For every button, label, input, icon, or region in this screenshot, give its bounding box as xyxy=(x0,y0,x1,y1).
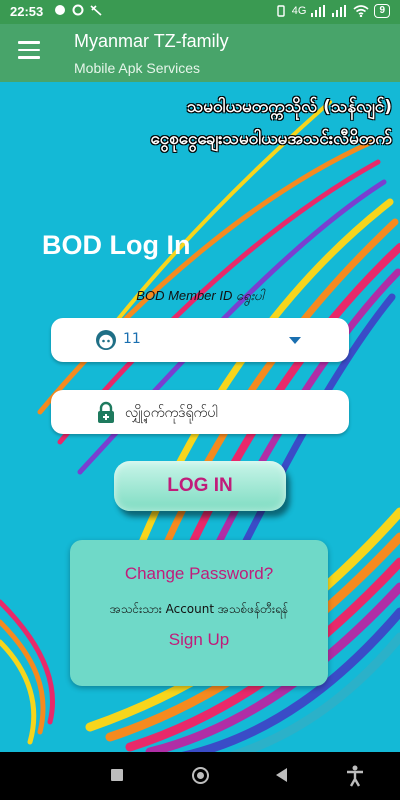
signal-icon-2 xyxy=(332,5,347,17)
network-type: 4G xyxy=(291,5,307,17)
app-subtitle: Mobile Apk Services xyxy=(74,60,201,76)
chat-icon xyxy=(55,5,65,15)
sign-up-link[interactable]: Sign Up xyxy=(70,630,328,650)
app-bar: Myanmar TZ-family Mobile Apk Services xyxy=(0,24,400,82)
member-id-dropdown[interactable]: 11 xyxy=(51,318,349,362)
status-time: 22:53 xyxy=(10,4,44,19)
back-icon[interactable] xyxy=(276,768,287,782)
missed-call-icon xyxy=(90,5,102,16)
signal-icon xyxy=(311,5,326,17)
system-nav-bar xyxy=(0,752,400,800)
member-id-label: BOD Member ID ရွေးပါ xyxy=(136,288,264,303)
home-icon[interactable] xyxy=(192,767,209,784)
main-content: သမဝါယမတက္ကသိုလ် (သန်လျင်) ငွေစုငွေချေးသမ… xyxy=(0,82,400,752)
password-field-container xyxy=(51,390,349,434)
battery-indicator: 9 xyxy=(374,4,390,18)
recent-apps-icon[interactable] xyxy=(111,769,123,781)
status-bar: 22:53 4G 9 xyxy=(0,0,400,24)
settings-icon xyxy=(72,4,84,16)
wifi-icon xyxy=(353,5,369,17)
face-icon xyxy=(96,330,116,350)
account-card: Change Password? အသင်းသား Account အသစ်ဖန… xyxy=(70,540,328,686)
password-input[interactable] xyxy=(123,398,337,428)
status-right: 4G 9 xyxy=(275,4,390,18)
vibrate-icon xyxy=(277,5,285,17)
header-line-1: သမဝါယမတက္ကသိုလ် (သန်လျင်) xyxy=(186,97,392,117)
create-account-text: အသင်းသား Account အသစ်ဖန်တီးရန် xyxy=(109,602,289,616)
login-title: BOD Log In xyxy=(42,230,191,260)
login-button[interactable]: LOG IN xyxy=(114,461,286,511)
header-line-2: ငွေစုငွေချေးသမဝါယမအသင်းလီမိတက် xyxy=(150,129,393,149)
lock-icon xyxy=(98,401,114,423)
notification-icons xyxy=(54,4,102,16)
dropdown-arrow-icon[interactable] xyxy=(289,337,301,344)
hamburger-menu-icon[interactable] xyxy=(18,41,40,61)
selected-member-id: 11 xyxy=(123,331,141,347)
change-password-link[interactable]: Change Password? xyxy=(70,564,328,584)
accessibility-icon[interactable] xyxy=(346,765,364,787)
app-title: Myanmar TZ-family xyxy=(74,31,229,51)
